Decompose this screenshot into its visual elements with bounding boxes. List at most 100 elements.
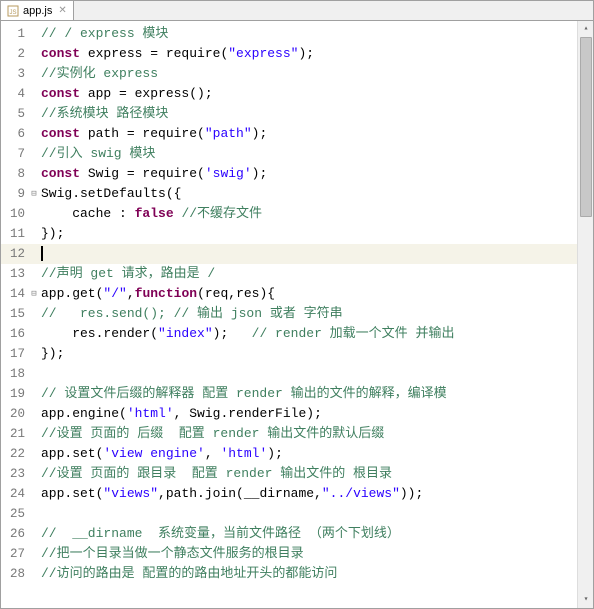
line-number: 7 bbox=[1, 144, 29, 164]
code-content: Swig.setDefaults({ bbox=[39, 184, 181, 204]
fold-toggle bbox=[29, 344, 39, 364]
code-content: //设置 页面的 后缀 配置 render 输出文件的默认后缀 bbox=[39, 424, 384, 444]
line-number: 8 bbox=[1, 164, 29, 184]
code-line[interactable]: 22app.set('view engine', 'html'); bbox=[1, 444, 577, 464]
fold-toggle[interactable]: ⊟ bbox=[29, 184, 39, 204]
code-line[interactable]: 20app.engine('html', Swig.renderFile); bbox=[1, 404, 577, 424]
code-line[interactable]: 9⊟Swig.setDefaults({ bbox=[1, 184, 577, 204]
fold-toggle bbox=[29, 144, 39, 164]
fold-toggle bbox=[29, 544, 39, 564]
fold-toggle bbox=[29, 484, 39, 504]
line-number: 11 bbox=[1, 224, 29, 244]
code-content: //访问的路由是 配置的的路由地址开头的都能访问 bbox=[39, 564, 337, 584]
code-content: }); bbox=[39, 224, 64, 244]
fold-toggle bbox=[29, 464, 39, 484]
line-number: 16 bbox=[1, 324, 29, 344]
code-line[interactable]: 26// __dirname 系统变量，当前文件路径 （两个下划线） bbox=[1, 524, 577, 544]
code-line[interactable]: 25 bbox=[1, 504, 577, 524]
code-content: app.get("/",function(req,res){ bbox=[39, 284, 275, 304]
line-number: 17 bbox=[1, 344, 29, 364]
line-number: 3 bbox=[1, 64, 29, 84]
line-number: 22 bbox=[1, 444, 29, 464]
fold-toggle bbox=[29, 64, 39, 84]
code-line[interactable]: 6 const path = require("path"); bbox=[1, 124, 577, 144]
code-content: cache : false //不缓存文件 bbox=[39, 204, 262, 224]
code-content: res.render("index"); // render 加载一个文件 并输… bbox=[39, 324, 454, 344]
tab-bar: JS app.js ✕ bbox=[1, 1, 593, 21]
fold-toggle[interactable]: ⊟ bbox=[29, 284, 39, 304]
code-line[interactable]: 3 //实例化 express bbox=[1, 64, 577, 84]
line-number: 1 bbox=[1, 24, 29, 44]
line-number: 6 bbox=[1, 124, 29, 144]
line-number: 21 bbox=[1, 424, 29, 444]
fold-toggle bbox=[29, 564, 39, 584]
close-icon[interactable]: ✕ bbox=[58, 5, 66, 16]
code-line[interactable]: 14⊟app.get("/",function(req,res){ bbox=[1, 284, 577, 304]
code-line[interactable]: 18 bbox=[1, 364, 577, 384]
line-number: 27 bbox=[1, 544, 29, 564]
code-line[interactable]: 27//把一个目录当做一个静态文件服务的根目录 bbox=[1, 544, 577, 564]
code-content: }); bbox=[39, 344, 64, 364]
fold-toggle bbox=[29, 224, 39, 244]
fold-toggle bbox=[29, 124, 39, 144]
code-line[interactable]: 24 app.set("views",path.join(__dirname,".… bbox=[1, 484, 577, 504]
code-line[interactable]: 2const express = require("express"); bbox=[1, 44, 577, 64]
line-number: 19 bbox=[1, 384, 29, 404]
tab-filename: app.js bbox=[23, 5, 52, 17]
fold-toggle bbox=[29, 44, 39, 64]
code-content bbox=[39, 244, 43, 264]
fold-toggle bbox=[29, 264, 39, 284]
fold-toggle bbox=[29, 444, 39, 464]
code-content: app.set("views",path.join(__dirname,"../… bbox=[39, 484, 423, 504]
code-line[interactable]: 7 //引入 swig 模块 bbox=[1, 144, 577, 164]
code-line[interactable]: 15// res.send(); // 输出 json 或者 字符串 bbox=[1, 304, 577, 324]
code-line[interactable]: 10 cache : false //不缓存文件 bbox=[1, 204, 577, 224]
code-line[interactable]: 8const Swig = require('swig'); bbox=[1, 164, 577, 184]
code-content: // res.send(); // 输出 json 或者 字符串 bbox=[39, 304, 343, 324]
code-content: //实例化 express bbox=[39, 64, 158, 84]
code-line[interactable]: 13 //声明 get 请求，路由是 / bbox=[1, 264, 577, 284]
code-editor[interactable]: 1 // / express 模块2const express = require… bbox=[1, 21, 577, 608]
js-file-icon: JS bbox=[7, 5, 19, 17]
line-number: 18 bbox=[1, 364, 29, 384]
code-line[interactable]: 12 bbox=[1, 244, 577, 264]
fold-toggle bbox=[29, 404, 39, 424]
fold-toggle bbox=[29, 524, 39, 544]
fold-toggle bbox=[29, 84, 39, 104]
line-number: 10 bbox=[1, 204, 29, 224]
code-line[interactable]: 28 //访问的路由是 配置的的路由地址开头的都能访问 bbox=[1, 564, 577, 584]
line-number: 23 bbox=[1, 464, 29, 484]
text-cursor bbox=[41, 246, 43, 261]
scroll-thumb[interactable] bbox=[580, 37, 592, 217]
code-line[interactable]: 17}); bbox=[1, 344, 577, 364]
fold-toggle bbox=[29, 384, 39, 404]
line-number: 13 bbox=[1, 264, 29, 284]
code-line[interactable]: 21 //设置 页面的 后缀 配置 render 输出文件的默认后缀 bbox=[1, 424, 577, 444]
line-number: 9 bbox=[1, 184, 29, 204]
scroll-down-icon[interactable]: ▾ bbox=[578, 592, 594, 608]
line-number: 24 bbox=[1, 484, 29, 504]
code-line[interactable]: 16 res.render("index"); // render 加载一个文件… bbox=[1, 324, 577, 344]
code-content: //引入 swig 模块 bbox=[39, 144, 155, 164]
fold-toggle bbox=[29, 324, 39, 344]
code-content: //声明 get 请求，路由是 / bbox=[39, 264, 215, 284]
code-line[interactable]: 23 //设置 页面的 跟目录 配置 render 输出文件的 根目录 bbox=[1, 464, 577, 484]
code-content: //设置 页面的 跟目录 配置 render 输出文件的 根目录 bbox=[39, 464, 392, 484]
editor-tab[interactable]: JS app.js ✕ bbox=[1, 1, 74, 20]
code-content bbox=[39, 364, 41, 384]
code-content: // / express 模块 bbox=[39, 24, 168, 44]
vertical-scrollbar[interactable]: ▴ ▾ bbox=[577, 21, 593, 608]
code-line[interactable]: 5//系统模块 路径模块 bbox=[1, 104, 577, 124]
code-content: // __dirname 系统变量，当前文件路径 （两个下划线） bbox=[39, 524, 400, 544]
fold-toggle bbox=[29, 104, 39, 124]
line-number: 28 bbox=[1, 564, 29, 584]
scroll-up-icon[interactable]: ▴ bbox=[578, 21, 594, 37]
code-content: const path = require("path"); bbox=[39, 124, 267, 144]
svg-text:JS: JS bbox=[10, 10, 17, 16]
code-line[interactable]: 19// 设置文件后缀的解释器 配置 render 输出的文件的解释，编译模 bbox=[1, 384, 577, 404]
fold-toggle bbox=[29, 204, 39, 224]
code-line[interactable]: 11}); bbox=[1, 224, 577, 244]
code-line[interactable]: 4const app = express(); bbox=[1, 84, 577, 104]
code-content: //系统模块 路径模块 bbox=[39, 104, 168, 124]
code-line[interactable]: 1 // / express 模块 bbox=[1, 24, 577, 44]
